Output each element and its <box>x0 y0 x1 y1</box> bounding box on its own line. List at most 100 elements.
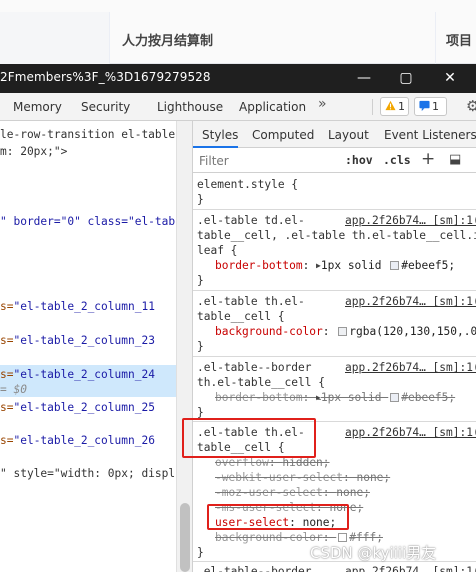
attr-value: "el-table_2_column_26 <box>13 434 155 447</box>
close-button[interactable]: ✕ <box>436 67 464 89</box>
closing-brace: } <box>197 340 204 353</box>
warnings-count: 1 <box>398 100 405 113</box>
hover-state-button[interactable]: :hov <box>345 153 373 167</box>
dom-line[interactable]: le-row-transition el-table <box>0 126 176 143</box>
closing-brace: } <box>197 274 204 287</box>
overridden-declaration[interactable]: -moz-user-select: none; <box>215 485 370 500</box>
dom-line[interactable]: m: 20px;"> <box>0 143 176 160</box>
rule-source-link[interactable]: app.2f26b74… [sm]:1( <box>345 564 476 572</box>
property-value: 1px solid <box>320 391 382 404</box>
column-title: 人力按月结算制 <box>122 34 214 49</box>
attr-value: "el-table_2_column_23 <box>13 334 155 347</box>
attr-value: "el-table_2_column_11 <box>13 300 155 313</box>
dom-line[interactable]: " border="0" class="el-tab <box>0 213 176 230</box>
property-color-value: #ebeef5; <box>401 391 456 404</box>
color-swatch[interactable] <box>338 533 348 542</box>
elements-tree[interactable]: le-row-transition el-table m: 20px;"> " … <box>0 121 176 572</box>
page-table-header: 人力按月结算制 项目 <box>0 0 476 64</box>
property-name: border-bottom <box>215 259 303 272</box>
styles-filter-bar: Filter :hov .cls + ⬓ <box>193 149 476 173</box>
property-name: background-color <box>215 531 323 544</box>
dom-line[interactable]: " style="width: 0px; displ <box>0 465 176 482</box>
closing-brace: } <box>197 193 204 206</box>
scrollbar-thumb[interactable] <box>180 503 190 572</box>
warning-icon <box>385 100 396 111</box>
rule-selector: .el-table--border <box>197 565 312 572</box>
devtools-panel-tabs: Memory Security Lighthouse Application »… <box>0 93 476 121</box>
elements-scrollbar[interactable] <box>176 121 192 572</box>
property-value: none; <box>336 486 370 499</box>
header-cell <box>0 12 110 64</box>
tab-lighthouse[interactable]: Lighthouse <box>157 100 223 114</box>
rule-selector: leaf { <box>197 244 238 257</box>
settings-gear-icon[interactable]: ⚙ <box>466 97 476 115</box>
attr-name: s= <box>0 368 14 381</box>
maximize-button[interactable]: ▢ <box>392 67 420 89</box>
style-declaration[interactable]: border-bottom: ▶1px solid #ebeef5; <box>215 258 455 273</box>
minimize-button[interactable]: — <box>350 67 378 89</box>
dom-line[interactable]: s="el-table_2_column_26 <box>0 432 176 449</box>
class-toggle-button[interactable]: .cls <box>383 153 411 167</box>
toggle-element-state-icon[interactable]: ⬓ <box>449 152 461 167</box>
property-value: 1px solid <box>320 259 382 272</box>
attr-name: s= <box>0 334 14 347</box>
tab-security[interactable]: Security <box>81 100 130 114</box>
rule-separator <box>193 356 476 357</box>
rule-source-link[interactable]: app.2f26b74… [sm]:1( <box>345 425 476 440</box>
attr-text: " border="0" class="el-tab <box>0 215 176 228</box>
rule-source-link[interactable]: app.2f26b74… [sm]:1( <box>345 294 476 309</box>
filter-input[interactable]: Filter <box>199 154 229 168</box>
property-color-value: #ebeef5; <box>401 259 456 272</box>
messages-badge[interactable]: 1 <box>414 97 447 116</box>
dom-line[interactable]: s="el-table_2_column_25 <box>0 399 176 416</box>
attr-value: "el-table_2_column_24 <box>13 368 155 381</box>
tab-layout[interactable]: Layout <box>328 128 369 142</box>
watermark: CSDN @kyiiii男友 <box>310 544 437 562</box>
dom-line[interactable]: = $0 <box>0 381 176 398</box>
attr-name: s= <box>0 434 14 447</box>
annotation-box-user-select <box>207 504 349 530</box>
style-declaration[interactable]: background-color: rgba(120,130,150,.07 <box>215 324 476 339</box>
annotation-box-selector <box>182 418 316 458</box>
overridden-declaration[interactable]: border-bottom: ▶1px solid #ebeef5; <box>215 390 455 405</box>
property-value: none; <box>356 471 391 484</box>
rule-selector: table__cell, .el-table th.el-table__cell… <box>197 229 476 242</box>
window-title: 2Fmembers%3F_%3D1679279528 <box>0 70 211 84</box>
styles-subtabs: Styles Computed Layout Event Listeners <box>193 121 476 148</box>
devtools-titlebar: 2Fmembers%3F_%3D1679279528 — ▢ ✕ <box>0 64 476 93</box>
rule-selector: .el-table td.el- <box>197 214 305 227</box>
dom-line[interactable]: s="el-table_2_column_11 <box>0 298 176 315</box>
tab-computed[interactable]: Computed <box>252 128 314 142</box>
element-style-selector: element.style { <box>197 178 299 191</box>
color-swatch[interactable] <box>390 261 400 270</box>
property-name: background-color <box>215 325 323 338</box>
property-name: border-bottom <box>215 391 303 404</box>
more-tabs-icon[interactable]: » <box>318 96 327 112</box>
color-swatch[interactable] <box>338 327 348 336</box>
tab-event-listeners[interactable]: Event Listeners <box>384 128 476 142</box>
active-tab-indicator <box>193 146 238 148</box>
property-name: -webkit-user-select <box>215 471 343 484</box>
attr-name: s= <box>0 401 14 414</box>
attr-name: s= <box>0 300 14 313</box>
column-title-2: 项目 <box>446 34 473 49</box>
rule-selector: .el-table th.el- <box>197 295 305 308</box>
color-swatch[interactable] <box>390 393 400 402</box>
attr-value: "el-table_2_column_25 <box>13 401 155 414</box>
rule-selector: table__cell { <box>197 310 285 323</box>
node-reference: = $0 <box>0 383 27 396</box>
rule-separator <box>193 209 476 210</box>
messages-count: 1 <box>432 100 439 113</box>
message-icon <box>419 100 430 111</box>
rule-source-link[interactable]: app.2f26b74… [sm]:1( <box>345 360 476 375</box>
rule-source-link[interactable]: app.2f26b74… [sm]:1( <box>345 213 476 228</box>
tab-styles[interactable]: Styles <box>202 128 238 142</box>
tab-application[interactable]: Application <box>239 100 306 114</box>
rule-selector: .el-table--border <box>197 361 312 374</box>
tab-memory[interactable]: Memory <box>13 100 62 114</box>
new-rule-button[interactable]: + <box>421 149 435 169</box>
overridden-declaration[interactable]: -webkit-user-select: none; <box>215 470 390 485</box>
warnings-badge[interactable]: 1 <box>380 97 409 116</box>
dom-line[interactable]: s="el-table_2_column_23 <box>0 332 176 349</box>
closing-brace: } <box>197 546 204 559</box>
